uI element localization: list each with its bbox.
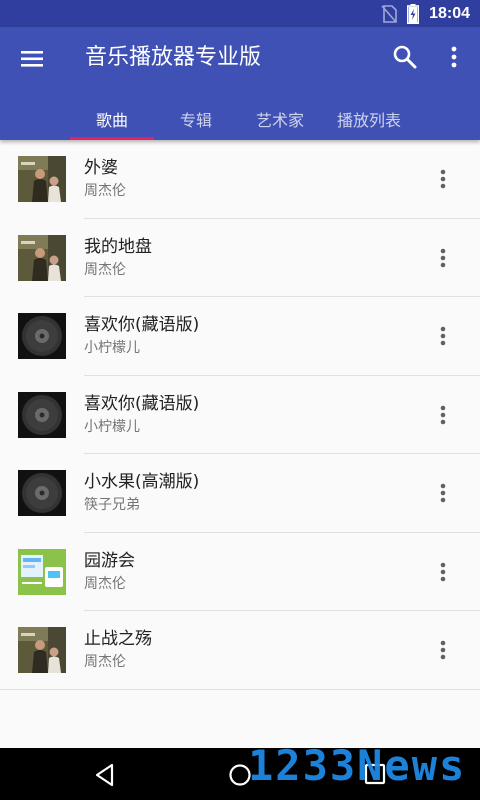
tab-bar: 歌曲 专辑 艺术家 播放列表 <box>0 97 480 140</box>
album-photo-icon <box>18 627 66 673</box>
album-cover <box>18 234 66 281</box>
tab-songs[interactable]: 歌曲 <box>70 97 154 140</box>
tab-artists[interactable]: 艺术家 <box>240 97 320 140</box>
more-options-icon[interactable] <box>432 167 454 191</box>
search-icon[interactable] <box>391 43 419 71</box>
overflow-menu-icon[interactable] <box>440 43 468 71</box>
album-photo-icon <box>18 234 66 281</box>
album-cover <box>18 313 66 359</box>
album-cover <box>18 627 66 673</box>
green-cover-icon <box>18 548 66 595</box>
song-artist: 小柠檬儿 <box>84 418 140 435</box>
disc-icon <box>18 313 66 359</box>
song-row[interactable]: 喜欢你(藏语版) 小柠檬儿 <box>0 297 480 376</box>
song-title: 园游会 <box>84 550 135 571</box>
disc-icon <box>18 470 66 516</box>
more-options-icon[interactable] <box>432 246 454 270</box>
song-row[interactable]: 喜欢你(藏语版) 小柠檬儿 <box>0 376 480 454</box>
album-cover <box>18 470 66 516</box>
no-sim-icon <box>381 5 397 23</box>
watermark-logo: 1233News <box>248 741 467 790</box>
song-artist: 周杰伦 <box>84 575 126 592</box>
more-options-icon[interactable] <box>432 403 454 427</box>
song-artist: 周杰伦 <box>84 261 126 278</box>
album-cover <box>18 156 66 202</box>
song-title: 止战之殇 <box>84 629 152 649</box>
more-options-icon[interactable] <box>432 324 454 348</box>
more-options-icon[interactable] <box>432 481 454 505</box>
song-artist: 周杰伦 <box>84 183 126 199</box>
more-options-icon[interactable] <box>432 638 454 662</box>
song-title: 外婆 <box>84 158 118 178</box>
song-row[interactable]: 止战之殇 周杰伦 <box>0 611 480 690</box>
status-icons: 18:04 <box>381 3 470 25</box>
back-icon[interactable] <box>92 762 118 788</box>
clock-time: 18:04 <box>429 5 470 22</box>
song-artist: 小柠檬儿 <box>84 340 140 356</box>
song-artist: 筷子兄弟 <box>84 497 140 513</box>
song-title: 小水果(高潮版) <box>84 472 200 492</box>
disc-icon <box>18 391 66 438</box>
album-photo-icon <box>18 156 66 202</box>
song-row[interactable]: 园游会 周杰伦 <box>0 533 480 611</box>
menu-icon[interactable] <box>18 44 48 74</box>
song-title: 喜欢你(藏语版) <box>84 315 200 335</box>
app-bar: 音乐播放器专业版 歌曲 专辑 艺术家 播放列表 <box>0 27 480 140</box>
battery-charging-icon <box>407 4 420 24</box>
tab-albums[interactable]: 专辑 <box>160 97 232 140</box>
song-row[interactable]: 我的地盘 周杰伦 <box>0 219 480 297</box>
app-title: 音乐播放器专业版 <box>85 45 262 70</box>
status-bar: 18:04 <box>0 0 480 27</box>
song-artist: 周杰伦 <box>84 654 126 670</box>
album-cover <box>18 548 66 595</box>
song-row[interactable]: 小水果(高潮版) 筷子兄弟 <box>0 454 480 533</box>
song-row[interactable]: 外婆 周杰伦 <box>0 140 480 219</box>
song-title: 我的地盘 <box>84 236 152 257</box>
divider <box>0 688 480 690</box>
album-cover <box>18 391 66 438</box>
tab-playlists[interactable]: 播放列表 <box>328 97 410 140</box>
song-title: 喜欢你(藏语版) <box>84 393 200 414</box>
more-options-icon[interactable] <box>432 560 454 584</box>
song-list: 外婆 周杰伦 我的地盘 周杰伦 喜欢你(藏语版) 小柠檬儿 喜欢你(藏语版) 小… <box>0 140 480 690</box>
